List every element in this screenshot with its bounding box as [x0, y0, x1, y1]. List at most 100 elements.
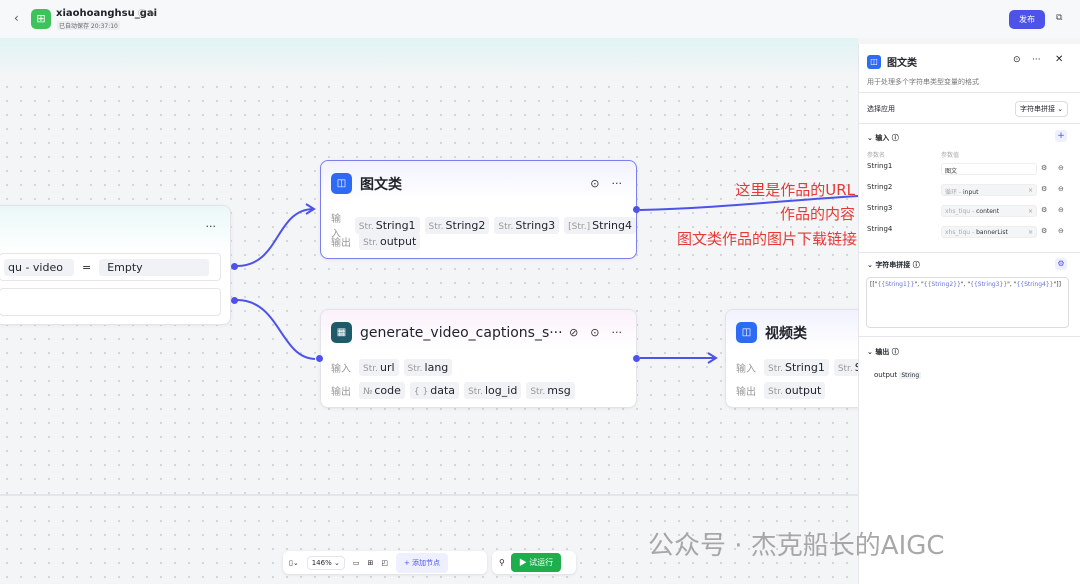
param-chip: Str. log_id: [464, 382, 522, 399]
input-section-header[interactable]: ⌄ 输入 ⓘ: [867, 133, 899, 143]
input-label: 输入: [331, 364, 351, 375]
bell-off-icon[interactable]: ⊘: [569, 326, 578, 339]
comment-icon[interactable]: ▭: [353, 559, 360, 567]
edge-condition-captions: [236, 299, 316, 360]
param-name: output: [379, 235, 417, 248]
concat-template-input[interactable]: [["{{String1}}", "{{String2}}", "{{Strin…: [866, 277, 1069, 328]
select-app-dropdown[interactable]: 字符串拼接 ⌄: [1015, 101, 1069, 117]
input-section-title: 输入: [875, 134, 890, 142]
template-text: ", ": [960, 281, 971, 288]
output-type: String: [899, 372, 922, 379]
clear-icon[interactable]: ×: [1028, 229, 1033, 236]
inputs-row: 输入 Str. url Str. lang: [331, 359, 453, 376]
more-icon[interactable]: ···: [206, 220, 217, 233]
param-chip: Str. String3: [494, 216, 560, 234]
remove-icon[interactable]: ⊖: [1058, 227, 1064, 235]
run-icon[interactable]: ⊙: [590, 326, 599, 339]
param-value-input[interactable]: 循环 - input ×: [941, 184, 1037, 196]
variable-ref: {{String2}}: [923, 281, 961, 288]
param-chip: Str. lang: [403, 359, 453, 376]
param-value: 图文: [945, 168, 958, 175]
settings-icon[interactable]: ⚙: [1041, 164, 1047, 172]
param-source: xhs_tiqu -: [945, 208, 975, 215]
param-chip: № code: [359, 382, 405, 399]
select-app-value: 字符串拼接: [1020, 105, 1055, 113]
condition-node[interactable]: ··· qu - video = Empty: [0, 205, 231, 325]
outputs-row: 输出 № code{ } data Str. log_id Str. msg: [331, 382, 575, 399]
port[interactable]: [316, 355, 323, 362]
add-node-button[interactable]: + 添加节点: [395, 552, 449, 573]
output-label: 输出: [736, 387, 756, 398]
output-label: 输出: [331, 387, 351, 398]
variable-ref: {{String4}}: [1016, 281, 1054, 288]
add-param-button[interactable]: +: [1055, 130, 1067, 142]
col-value: 参数值: [941, 152, 960, 159]
param-value: bannerList: [976, 229, 1008, 236]
minimap-icon[interactable]: ◰: [381, 559, 388, 567]
zoom-value: 146%: [311, 558, 332, 567]
pointer-mode-icon[interactable]: ▯⌄: [289, 559, 299, 567]
select-app-label: 选择应用: [867, 105, 895, 113]
port[interactable]: [633, 206, 640, 213]
param-name: String1: [784, 361, 825, 374]
param-chip: Str. String1: [354, 216, 420, 234]
port[interactable]: [633, 355, 640, 362]
settings-icon[interactable]: ⚙: [1055, 258, 1067, 270]
panel-description: 用于处理多个字符串类型变量的格式: [867, 78, 979, 86]
type-icon: Str.: [468, 387, 483, 397]
type-icon: Str.: [498, 221, 514, 232]
condition-left[interactable]: qu - video: [4, 258, 74, 276]
annotation: 作品的内容: [779, 205, 855, 223]
run-icon[interactable]: ⊙: [1013, 55, 1021, 65]
input-label: 输入: [736, 364, 756, 375]
more-icon[interactable]: ···: [1032, 55, 1041, 65]
param-name: msg: [547, 384, 571, 397]
output-section-header[interactable]: ⌄ 输出 ⓘ: [867, 347, 899, 357]
clear-icon[interactable]: ×: [1028, 187, 1033, 194]
param-value-input[interactable]: xhs_tiqu - bannerList ×: [941, 226, 1037, 238]
debug-icon[interactable]: ⚲: [499, 558, 505, 567]
panel-title: 图文类: [887, 58, 917, 69]
param-value-input[interactable]: xhs_tiqu - content ×: [941, 205, 1037, 217]
more-icon[interactable]: ···: [612, 326, 623, 339]
remove-icon[interactable]: ⊖: [1058, 185, 1064, 193]
node-settings-panel: ◫ 图文类 ⊙ ··· ✕ 用于处理多个字符串类型变量的格式 选择应用 字符串拼接…: [858, 44, 1080, 584]
concat-section-header[interactable]: ⌄ 字符串拼接 ⓘ: [867, 260, 920, 270]
zoom-select[interactable]: 146% ⌄: [306, 555, 345, 570]
add-node-label: 添加节点: [412, 558, 441, 567]
param-name: log_id: [485, 384, 518, 397]
variable-ref: {{String1}}: [877, 281, 915, 288]
plugin-icon: ▦: [331, 322, 352, 343]
param-source: xhs_tiqu -: [945, 229, 975, 236]
port[interactable]: [231, 297, 238, 304]
remove-icon[interactable]: ⊖: [1058, 164, 1064, 172]
remove-icon[interactable]: ⊖: [1058, 206, 1064, 214]
type-icon: Str.: [837, 364, 853, 374]
condition-right[interactable]: Empty: [99, 258, 210, 276]
canvas-toolbar: ▯⌄ 146% ⌄ ▭ ⊞ ◰ + 添加节点: [283, 551, 487, 574]
test-run-button[interactable]: ▶ 试运行: [510, 553, 562, 572]
param-value: content: [976, 208, 1000, 215]
settings-icon[interactable]: ⚙: [1041, 206, 1047, 214]
text-node-icon: ◫: [331, 173, 352, 194]
settings-icon[interactable]: ⚙: [1041, 227, 1047, 235]
condition-operator[interactable]: =: [82, 261, 91, 274]
settings-icon[interactable]: ⚙: [1041, 185, 1047, 193]
node-actions: ⊙ ···: [590, 177, 622, 190]
param-value-input[interactable]: 图文: [941, 163, 1037, 175]
clear-icon[interactable]: ×: [1028, 208, 1033, 215]
type-icon: Str.: [407, 364, 423, 374]
col-name: 参数名: [867, 152, 886, 159]
tuwen-node[interactable]: ◫ 图文类 ⊙ ··· 输入 Str. String1 Str. String2 Str. St…: [320, 160, 637, 259]
layout-icon[interactable]: ⊞: [367, 559, 373, 567]
annotation: 这里是作品的URL: [735, 181, 855, 199]
param-name: String2: [445, 218, 486, 232]
more-icon[interactable]: ···: [612, 177, 623, 190]
template-text: "]]: [1053, 281, 1061, 288]
captions-node[interactable]: ▦ generate_video_captions_s··· ⊘ ⊙ ··· 输入 St…: [320, 309, 637, 408]
run-icon[interactable]: ⊙: [590, 177, 599, 190]
type-icon: Str.: [428, 221, 444, 232]
text-node-icon: ◫: [736, 322, 757, 343]
port[interactable]: [231, 263, 238, 270]
close-icon[interactable]: ✕: [1055, 54, 1063, 65]
